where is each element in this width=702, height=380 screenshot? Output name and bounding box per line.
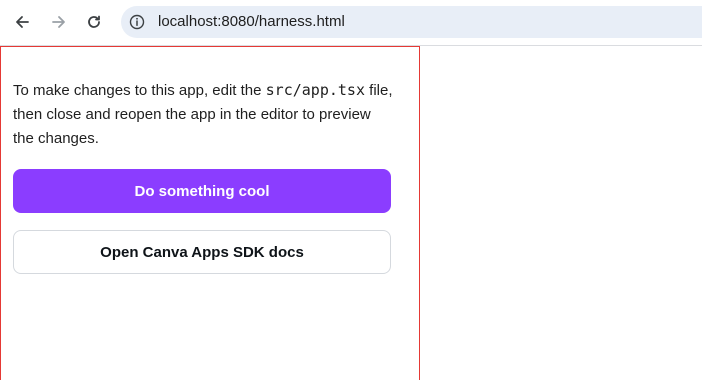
do-something-cool-button[interactable]: Do something cool — [13, 169, 391, 213]
intro-text-before-code: To make changes to this app, edit the — [13, 82, 266, 99]
info-circle-icon[interactable] — [129, 14, 145, 30]
open-sdk-docs-button[interactable]: Open Canva Apps SDK docs — [13, 230, 391, 274]
open-sdk-docs-label: Open Canva Apps SDK docs — [100, 243, 304, 261]
browser-toolbar: localhost:8080/harness.html — [0, 0, 702, 46]
reload-icon — [86, 14, 102, 30]
reload-button[interactable] — [80, 8, 108, 36]
address-bar[interactable]: localhost:8080/harness.html — [121, 6, 702, 38]
arrow-left-icon — [14, 14, 30, 30]
forward-button[interactable] — [45, 8, 73, 36]
back-button[interactable] — [8, 8, 36, 36]
do-something-cool-label: Do something cool — [134, 182, 270, 200]
app-panel: To make changes to this app, edit the sr… — [0, 46, 420, 380]
intro-text: To make changes to this app, edit the sr… — [13, 78, 393, 151]
file-path-code: src/app.tsx — [265, 81, 365, 99]
url-text: localhost:8080/harness.html — [158, 13, 345, 30]
arrow-right-icon — [51, 14, 67, 30]
